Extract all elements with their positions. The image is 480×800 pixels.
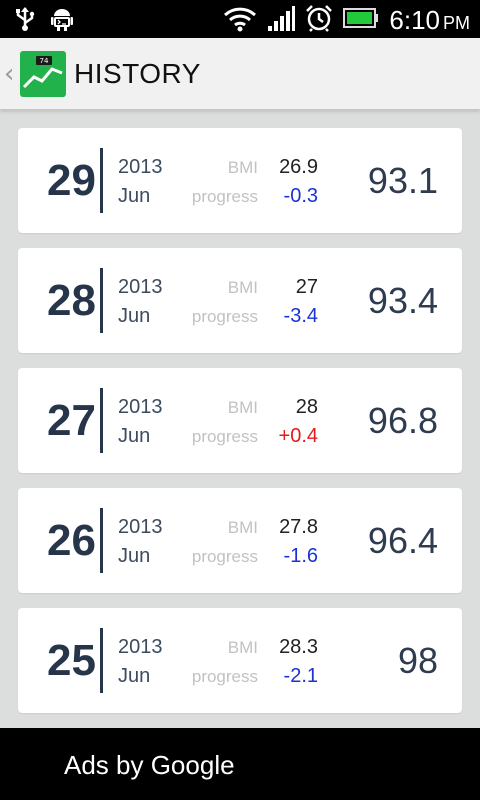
weight-value: 98 xyxy=(397,640,438,681)
entry-year: 2013 xyxy=(118,276,163,298)
entry-month: Jun xyxy=(118,425,151,447)
status-bar-system: 6:10 PM xyxy=(223,4,470,36)
weight-value: 93.4 xyxy=(367,280,438,321)
entry-month: Jun xyxy=(118,185,151,207)
app-logo-icon[interactable]: 74 xyxy=(20,50,66,97)
progress-label: progress xyxy=(191,427,258,446)
entry-divider xyxy=(100,268,103,333)
weight-value: 93.1 xyxy=(367,160,438,201)
history-entry[interactable]: 29 2013 Jun BMI progress 26.9 -0.3 93.1 xyxy=(18,128,462,233)
ad-banner[interactable]: Ads by Google xyxy=(0,728,480,800)
history-entry[interactable]: 25 2013 Jun BMI progress 28.3 -2.1 98 xyxy=(18,608,462,713)
entry-year: 2013 xyxy=(118,396,163,418)
bmi-label: BMI xyxy=(227,278,258,297)
bmi-value: 27.8 xyxy=(279,516,318,538)
progress-label: progress xyxy=(191,667,258,686)
weight-value: 96.4 xyxy=(367,520,438,561)
bmi-value: 28 xyxy=(295,396,318,418)
usb-icon xyxy=(14,6,36,36)
history-entry[interactable]: 28 2013 Jun BMI progress 27 -3.4 93.4 xyxy=(18,248,462,353)
history-list: 29 2013 Jun BMI progress 26.9 -0.3 93.1 … xyxy=(18,128,462,728)
progress-value: -2.1 xyxy=(283,665,318,687)
progress-label: progress xyxy=(191,307,258,326)
bmi-label: BMI xyxy=(227,518,258,537)
android-debug-icon xyxy=(50,6,74,36)
bmi-value: 28.3 xyxy=(279,636,318,658)
entry-day: 27 xyxy=(47,396,96,445)
entry-divider xyxy=(100,628,103,693)
entry-divider xyxy=(100,508,103,573)
logo-badge-text: 74 xyxy=(40,57,49,65)
entry-divider xyxy=(100,388,103,453)
bmi-value: 26.9 xyxy=(279,156,318,178)
entry-divider xyxy=(100,148,103,213)
progress-value: -0.3 xyxy=(283,185,318,207)
progress-label: progress xyxy=(191,187,258,206)
battery-icon xyxy=(343,7,379,33)
bmi-label: BMI xyxy=(227,638,258,657)
progress-label: progress xyxy=(191,547,258,566)
back-chevron-icon[interactable]: ‹ xyxy=(4,61,18,87)
clock: 6:10 PM xyxy=(389,5,470,36)
clock-ampm: PM xyxy=(443,12,470,33)
bmi-value: 27 xyxy=(295,276,318,298)
entry-day: 29 xyxy=(47,156,96,205)
wifi-icon xyxy=(223,4,257,36)
signal-icon xyxy=(267,4,296,36)
status-bar: 6:10 PM xyxy=(0,0,480,38)
weight-value: 96.8 xyxy=(367,400,438,441)
ad-banner-text[interactable]: Ads by Google xyxy=(64,750,235,781)
progress-value: +0.4 xyxy=(278,425,318,447)
clock-time: 6:10 xyxy=(389,4,440,35)
entry-month: Jun xyxy=(118,545,151,567)
entry-year: 2013 xyxy=(118,156,163,178)
entry-month: Jun xyxy=(118,665,151,687)
alarm-icon xyxy=(305,4,333,36)
action-bar: ‹ 74 HISTORY xyxy=(0,38,480,110)
history-entry[interactable]: 26 2013 Jun BMI progress 27.8 -1.6 96.4 xyxy=(18,488,462,593)
entry-month: Jun xyxy=(118,305,151,327)
progress-value: -3.4 xyxy=(283,305,318,327)
page-title: HISTORY xyxy=(74,57,201,89)
history-entry[interactable]: 27 2013 Jun BMI progress 28 +0.4 96.8 xyxy=(18,368,462,473)
entry-day: 28 xyxy=(47,276,96,325)
entry-day: 26 xyxy=(47,516,96,565)
bmi-label: BMI xyxy=(227,158,258,177)
entry-year: 2013 xyxy=(118,636,163,658)
status-bar-notifications xyxy=(14,6,74,36)
bmi-label: BMI xyxy=(227,398,258,417)
entry-day: 25 xyxy=(47,636,96,685)
progress-value: -1.6 xyxy=(283,545,318,567)
entry-year: 2013 xyxy=(118,516,163,538)
